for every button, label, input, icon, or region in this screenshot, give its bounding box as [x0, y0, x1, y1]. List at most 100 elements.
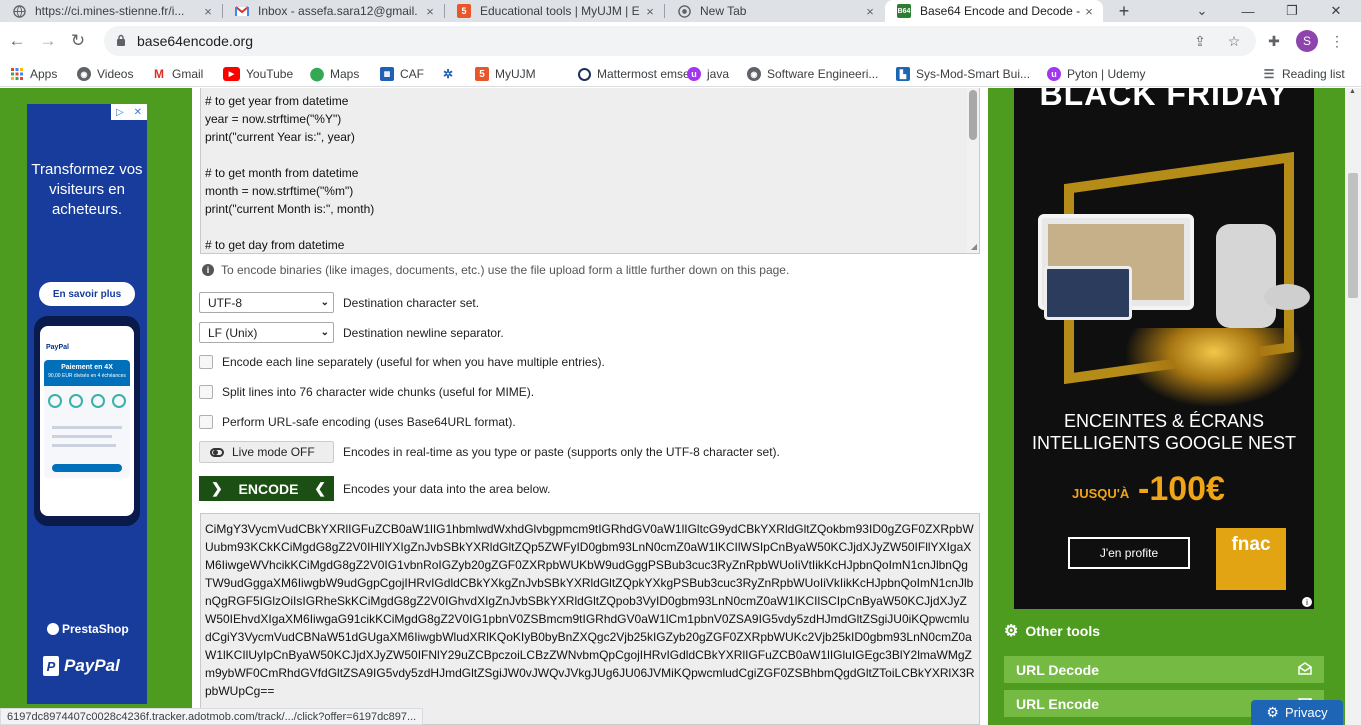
ad-jusqua: JUSQU'À	[1072, 486, 1130, 501]
star-icon[interactable]: ☆	[1225, 32, 1243, 50]
input-line: # to get month from datetime	[205, 166, 359, 180]
chrome-icon	[677, 4, 691, 18]
close-tab-icon[interactable]: ×	[1081, 4, 1097, 19]
ad-headline: Transformez vos visiteurs en acheteurs.	[31, 161, 143, 218]
tab-search-dropdown-icon[interactable]: ⌄	[1180, 0, 1224, 22]
ad-cta-button[interactable]: En savoir plus	[39, 282, 135, 306]
option-encode-each-line: Encode each line separately (useful for …	[199, 355, 605, 369]
input-scrollbar[interactable]	[967, 88, 979, 253]
forward-button[interactable]: →	[37, 30, 59, 52]
globe-icon: ◉	[747, 67, 761, 81]
menu-kebab-icon[interactable]: ⋮	[1327, 31, 1347, 51]
ad-choices-icon[interactable]: ▷ ✕	[111, 104, 147, 120]
globe-icon: ✲	[442, 67, 454, 81]
right-column: BLACK FRIDAY ENCEINTES & ÉCRANS INTELLIG…	[988, 88, 1345, 725]
input-line: print("current Year is:", year)	[205, 130, 355, 144]
mini-speaker-illustration	[1264, 284, 1310, 310]
privacy-button[interactable]: ⚙ Privacy	[1251, 700, 1343, 725]
url-text[interactable]: base64encode.org	[137, 33, 253, 49]
checkbox[interactable]	[199, 385, 213, 399]
left-column: ▷ ✕ Transformez vos visiteurs en acheteur…	[0, 88, 192, 725]
input-line: # to get day from datetime	[205, 238, 345, 252]
gear-icon: ⚙	[1004, 623, 1019, 640]
reload-button[interactable]: ↻	[67, 30, 89, 52]
reading-list[interactable]: ☰ Reading list	[1262, 66, 1345, 82]
bookmark-sys-mod[interactable]: ▙ Sys-Mod-Smart Bui...	[896, 66, 1030, 82]
lock-icon	[116, 34, 126, 50]
ad-discount: -100€	[1138, 470, 1225, 508]
left-banner-ad[interactable]: ▷ ✕ Transformez vos visiteurs en acheteur…	[27, 104, 147, 704]
back-button[interactable]: ←	[6, 30, 28, 52]
toggle-icon	[210, 447, 224, 457]
bookmark-java[interactable]: u java	[687, 66, 729, 82]
checkbox[interactable]	[199, 355, 213, 369]
newline-select[interactable]: LF (Unix) ⌄	[199, 322, 334, 343]
browser-toolbar: ← → ↻ base64encode.org ⇪ ☆ ✚ S ⋮	[0, 22, 1361, 60]
profile-avatar[interactable]: S	[1296, 30, 1318, 52]
input-textarea[interactable]: # to get year from datetime year = now.s…	[200, 88, 980, 254]
tab-base64-active[interactable]: B64 Base64 Encode and Decode - ×	[885, 0, 1103, 22]
close-tab-icon[interactable]: ×	[200, 4, 216, 19]
option-url-safe: Perform URL-safe encoding (uses Base64UR…	[199, 415, 516, 429]
gmail-icon	[235, 4, 249, 18]
input-line: month = now.strftime("%m")	[205, 184, 354, 198]
bookmark-software-engineering[interactable]: ◉ Software Engineeri...	[747, 66, 878, 82]
right-banner-ad[interactable]: BLACK FRIDAY ENCEINTES & ÉCRANS INTELLIG…	[1014, 88, 1314, 609]
bookmark-pyton-udemy[interactable]: u Pyton | Udemy	[1047, 66, 1145, 82]
resize-handle-icon[interactable]: ◢	[971, 242, 977, 251]
bookmark-maps[interactable]: ⬤ Maps	[309, 66, 360, 82]
bookmark-mattermost[interactable]: Mattermost emse	[578, 66, 690, 82]
extensions-icon[interactable]: ✚	[1264, 31, 1284, 51]
ad-info-icon[interactable]: i	[1302, 597, 1312, 607]
bookmark-videos[interactable]: ◉ Videos	[77, 66, 133, 82]
live-mode-button[interactable]: Live mode OFF	[199, 441, 334, 463]
tab-ci-mines[interactable]: https://ci.mines-stienne.fr/i... ×	[0, 0, 222, 22]
bookmark-gmail[interactable]: M Gmail	[152, 66, 203, 82]
bookmark-youtube[interactable]: ▶ YouTube	[223, 66, 293, 82]
encode-button[interactable]: ❯ ENCODE ❮	[199, 476, 334, 501]
input-line: # to get year from datetime	[205, 94, 349, 108]
restore-button[interactable]: ❐	[1270, 0, 1314, 22]
phone-illustration: PayPal Paiement en 4X 90,00 EUR divisés e…	[34, 316, 140, 526]
scroll-up-icon[interactable]: ▲	[1349, 88, 1356, 95]
myujm-icon: 5	[457, 4, 471, 18]
apps-icon	[10, 67, 24, 81]
option-split-lines: Split lines into 76 character wide chunk…	[199, 385, 534, 399]
bookmark-myujm[interactable]: 5 MyUJM	[475, 66, 536, 82]
close-window-button[interactable]: ✕	[1314, 0, 1358, 22]
bookmark-apps[interactable]: Apps	[10, 66, 57, 82]
page-scrollbar[interactable]: ▲	[1345, 88, 1361, 725]
tab-strip: https://ci.mines-stienne.fr/i... × Inbox…	[0, 0, 1361, 22]
prestashop-logo: PrestaShop	[47, 622, 129, 636]
checkbox[interactable]	[199, 415, 213, 429]
minimize-button[interactable]: —	[1226, 0, 1270, 22]
ad-cta-button[interactable]: J'en profite	[1068, 537, 1190, 569]
charset-select[interactable]: UTF-8 ⌄	[199, 292, 334, 313]
other-tools-heading: ⚙ Other tools	[1004, 623, 1101, 640]
main-content: # to get year from datetime year = now.s…	[192, 88, 988, 725]
bookmark-icon: ▙	[896, 67, 910, 81]
encode-row: ❯ ENCODE ❮ Encodes your data into the area…	[199, 476, 550, 501]
phone-subtitle: 90,00 EUR divisés en 4 échéances	[48, 373, 126, 379]
tab-myujm[interactable]: 5 Educational tools | MyUJM | E ×	[445, 0, 664, 22]
tab-gmail-inbox[interactable]: Inbox - assefa.sara12@gmail. ×	[223, 0, 444, 22]
close-tab-icon[interactable]: ×	[642, 4, 658, 19]
caf-icon: ▦	[380, 67, 394, 81]
bookmark-caf[interactable]: ▦ CAF	[380, 66, 424, 82]
output-textarea[interactable]: CiMgY3VycmVudCBkYXRlIGFuZCB0aW1lIG1hbmlw…	[200, 513, 980, 725]
url-decode-button[interactable]: URL Decode	[1004, 656, 1324, 683]
live-mode-row: Live mode OFF Encodes in real-time as yo…	[199, 441, 780, 463]
input-line: print("current Month is:", month)	[205, 202, 375, 216]
maps-icon: ⬤	[309, 66, 325, 81]
speaker-illustration	[1216, 224, 1276, 328]
bookmark-unnamed[interactable]: ✲	[441, 66, 461, 82]
tab-new-tab[interactable]: New Tab ×	[665, 0, 884, 22]
close-tab-icon[interactable]: ×	[862, 4, 878, 19]
address-bar[interactable]: base64encode.org ⇪ ☆	[104, 26, 1256, 56]
udemy-icon: u	[687, 67, 701, 81]
info-note: i To encode binaries (like images, docum…	[202, 263, 789, 277]
share-icon[interactable]: ⇪	[1191, 32, 1209, 50]
info-icon: i	[202, 264, 214, 276]
close-tab-icon[interactable]: ×	[422, 4, 438, 19]
new-tab-button[interactable]: +	[1104, 0, 1144, 22]
